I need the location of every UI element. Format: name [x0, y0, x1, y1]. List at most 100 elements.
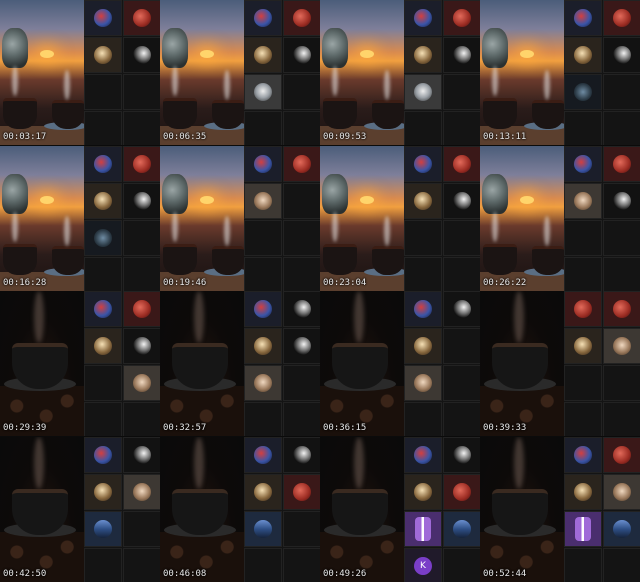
participant-tile[interactable]	[244, 437, 282, 473]
participant-tile[interactable]	[404, 437, 442, 473]
video-frame-thumbnail[interactable]: 00:29:39	[0, 291, 160, 437]
participant-tile[interactable]	[283, 328, 320, 365]
participant-tile[interactable]	[564, 437, 602, 473]
participant-tile[interactable]	[84, 291, 122, 328]
participant-tile[interactable]	[603, 511, 640, 547]
participant-tile[interactable]	[404, 291, 442, 328]
participant-tile[interactable]	[603, 0, 640, 36]
participant-tile[interactable]	[443, 437, 480, 473]
participant-tile[interactable]	[123, 437, 160, 473]
video-frame-thumbnail[interactable]: 00:52:44	[480, 437, 640, 582]
participant-tile[interactable]	[603, 37, 640, 73]
participant-tile[interactable]	[244, 365, 282, 402]
participant-tile[interactable]	[603, 437, 640, 473]
participant-tile[interactable]	[84, 145, 122, 182]
participant-tile[interactable]	[564, 182, 602, 219]
participant-tile[interactable]	[84, 0, 122, 36]
participant-tile[interactable]	[404, 182, 442, 219]
participant-tile[interactable]	[84, 328, 122, 365]
participant-tile[interactable]	[123, 37, 160, 73]
participant-tile[interactable]	[443, 182, 480, 219]
video-frame-thumbnail[interactable]: 00:09:53	[320, 0, 480, 145]
participant-tile[interactable]	[564, 291, 602, 328]
participant-tile[interactable]	[603, 182, 640, 219]
participant-tile[interactable]	[123, 291, 160, 328]
participant-tile[interactable]	[123, 474, 160, 510]
participant-tile[interactable]	[123, 328, 160, 365]
empty-participant-slot	[443, 256, 480, 291]
participant-tile[interactable]	[283, 437, 320, 473]
participant-tile[interactable]	[443, 291, 480, 328]
participant-tile[interactable]	[244, 474, 282, 510]
participant-tile[interactable]	[404, 474, 442, 510]
participant-tile[interactable]	[564, 328, 602, 365]
participant-tile[interactable]	[84, 182, 122, 219]
participant-tile[interactable]	[244, 74, 282, 110]
video-frame-thumbnail[interactable]: 00:23:04	[320, 145, 480, 291]
participant-tile[interactable]	[244, 291, 282, 328]
participant-tile[interactable]	[404, 511, 442, 547]
participant-tile[interactable]	[84, 511, 122, 547]
participant-tile[interactable]	[564, 37, 602, 73]
video-frame-thumbnail[interactable]: 00:03:17	[0, 0, 160, 145]
participant-tile[interactable]	[443, 0, 480, 36]
participant-tile[interactable]	[404, 74, 442, 110]
participant-tile[interactable]	[443, 474, 480, 510]
video-frame-thumbnail[interactable]: 00:39:33	[480, 291, 640, 437]
avatar-icon	[94, 337, 112, 356]
video-frame-thumbnail[interactable]: 00:26:22	[480, 145, 640, 291]
participant-tile[interactable]	[404, 0, 442, 36]
participant-tile[interactable]	[603, 291, 640, 328]
shared-video-preview: 00:19:46	[160, 145, 244, 291]
participant-tile[interactable]	[564, 74, 602, 110]
participant-tile[interactable]	[84, 37, 122, 73]
participant-tile[interactable]	[244, 145, 282, 182]
participant-tile[interactable]	[404, 37, 442, 73]
video-frame-thumbnail[interactable]: 00:16:28	[0, 145, 160, 291]
empty-participant-slot	[123, 402, 160, 437]
participant-tile[interactable]	[283, 0, 320, 36]
video-frame-thumbnail[interactable]: 00:13:11	[480, 0, 640, 145]
participant-tile[interactable]	[244, 37, 282, 73]
empty-participant-slot	[283, 182, 320, 219]
participant-tile[interactable]	[283, 145, 320, 182]
participant-tile[interactable]	[404, 328, 442, 365]
participant-tile[interactable]	[244, 0, 282, 36]
video-frame-thumbnail[interactable]: 00:49:26 K	[320, 437, 480, 582]
participant-tile[interactable]	[283, 474, 320, 510]
participant-tile[interactable]	[244, 328, 282, 365]
participant-tile[interactable]	[84, 437, 122, 473]
participant-tile[interactable]	[404, 365, 442, 402]
participant-tile[interactable]	[564, 145, 602, 182]
participant-tile[interactable]	[443, 37, 480, 73]
empty-participant-slot	[564, 111, 602, 145]
participant-tile[interactable]	[564, 511, 602, 547]
video-frame-thumbnail[interactable]: 00:36:15	[320, 291, 480, 437]
participant-tile[interactable]	[564, 474, 602, 510]
participant-tile[interactable]	[123, 182, 160, 219]
participant-tile[interactable]	[603, 328, 640, 365]
participant-tile[interactable]	[283, 37, 320, 73]
participant-tile[interactable]	[443, 145, 480, 182]
participant-tile[interactable]	[123, 145, 160, 182]
participant-tile[interactable]	[84, 219, 122, 256]
shared-video-preview: 00:52:44	[480, 437, 564, 582]
participant-tile[interactable]	[564, 0, 602, 36]
participant-tile[interactable]	[123, 0, 160, 36]
video-frame-thumbnail[interactable]: 00:42:50	[0, 437, 160, 582]
participant-tile[interactable]	[404, 145, 442, 182]
participant-tile[interactable]	[244, 182, 282, 219]
participant-tile[interactable]	[123, 365, 160, 402]
participant-tile[interactable]	[603, 145, 640, 182]
video-frame-thumbnail[interactable]: 00:32:57	[160, 291, 320, 437]
participant-tile[interactable]	[603, 474, 640, 510]
participant-tile[interactable]	[244, 511, 282, 547]
avatar-icon	[414, 191, 432, 210]
video-frame-thumbnail[interactable]: 00:46:08	[160, 437, 320, 582]
participant-tile[interactable]	[84, 474, 122, 510]
video-frame-thumbnail[interactable]: 00:06:35	[160, 0, 320, 145]
video-frame-thumbnail[interactable]: 00:19:46	[160, 145, 320, 291]
participant-tile[interactable]: K	[404, 548, 442, 582]
participant-tile[interactable]	[283, 291, 320, 328]
participant-tile[interactable]	[443, 511, 480, 547]
